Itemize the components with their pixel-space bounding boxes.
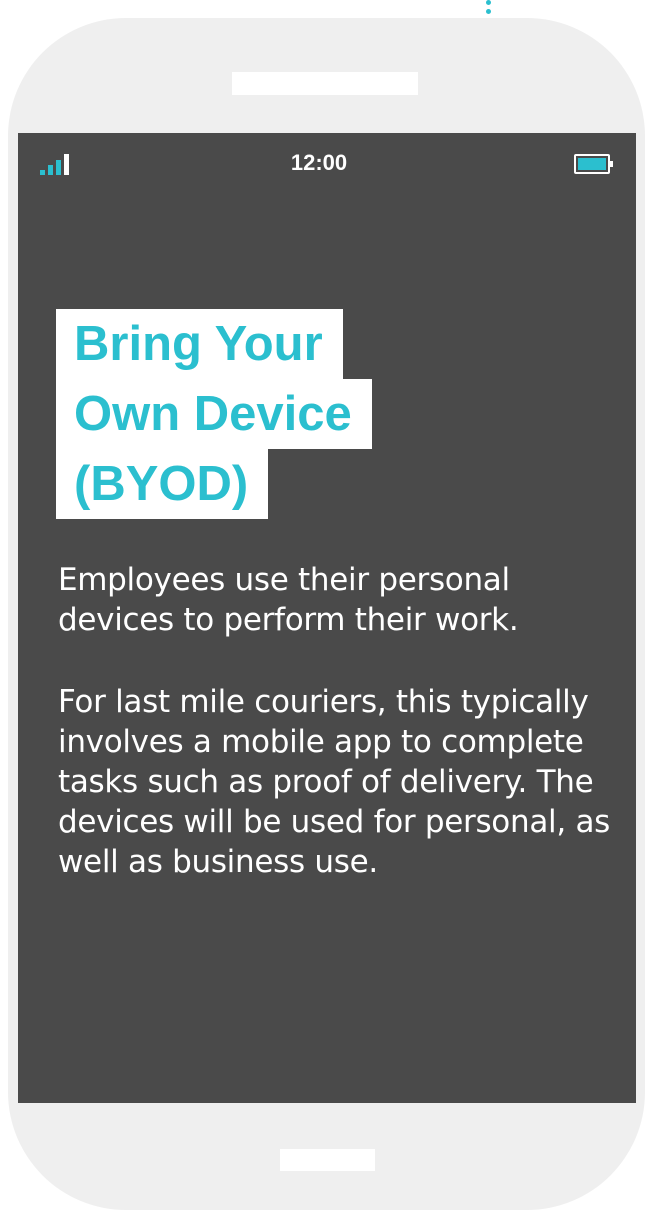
description-paragraph-1: Employees use their personal devices to … <box>58 562 519 638</box>
home-button[interactable] <box>280 1149 375 1171</box>
page: 12:00 Bring Your Own Device (BYOD) Emplo… <box>0 0 645 1216</box>
title-line-2: Own Device <box>56 379 372 449</box>
page-title: Bring Your Own Device (BYOD) <box>56 309 456 519</box>
speaker-grille <box>232 72 418 95</box>
title-line-3: (BYOD) <box>56 449 269 519</box>
phone-frame: 12:00 Bring Your Own Device (BYOD) Emplo… <box>8 18 645 1210</box>
battery-icon <box>574 154 613 174</box>
title-line-1: Bring Your <box>56 309 343 379</box>
status-bar: 12:00 <box>18 133 636 191</box>
status-time: 12:00 <box>290 150 348 175</box>
description-paragraph-2: For last mile couriers, this typically i… <box>58 684 610 880</box>
phone-screen: 12:00 Bring Your Own Device (BYOD) Emplo… <box>18 133 636 1103</box>
